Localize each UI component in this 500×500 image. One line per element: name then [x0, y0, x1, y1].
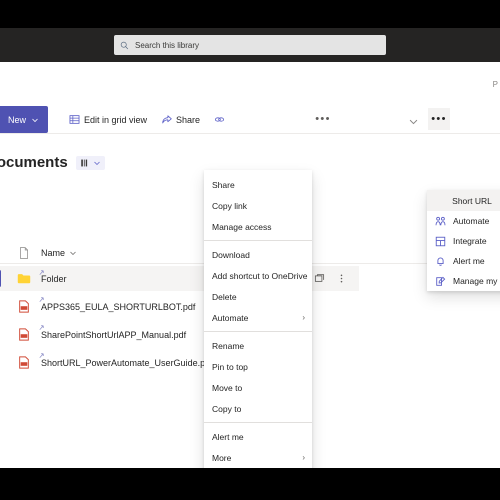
command-copy-link[interactable]: [207, 107, 236, 133]
context-menu-item[interactable]: Delete: [204, 286, 312, 307]
flyout-item-label: Manage my alerts: [453, 276, 500, 286]
menu-separator: [204, 240, 312, 241]
more-actions-icon[interactable]: [336, 273, 347, 284]
bell-icon: [437, 257, 444, 266]
context-menu-item-label: Delete: [212, 291, 237, 302]
chevron-down-icon: [409, 119, 418, 125]
pdf-file-icon: [19, 328, 29, 341]
chevron-down-icon: [93, 161, 100, 165]
context-menu-item-label: More: [212, 452, 232, 463]
context-menu-item[interactable]: Automate ›: [204, 307, 312, 328]
copy-link-icon: [215, 117, 225, 122]
context-menu-item[interactable]: Copy to: [204, 398, 312, 419]
chevron-down-icon: [70, 251, 76, 255]
sharepoint-page: P Edit in grid view Share New ••• ••• oc…: [0, 62, 500, 468]
share-icon: [162, 115, 172, 124]
pdf-file-icon: [19, 300, 29, 313]
more-options-button[interactable]: •••: [428, 108, 450, 130]
document-icon: [20, 246, 28, 259]
search-input[interactable]: Search this library: [114, 35, 386, 55]
menu-separator: [204, 422, 312, 423]
view-selector[interactable]: [75, 155, 105, 170]
context-menu-item[interactable]: Manage access: [204, 216, 312, 237]
flyout-item-label: Alert me: [453, 256, 485, 266]
flyout-item-label: Automate: [453, 216, 490, 226]
chevron-right-icon: ›: [302, 313, 305, 322]
flyout-item[interactable]: Integrate: [427, 231, 500, 251]
context-menu-item-label: Copy link: [212, 200, 247, 211]
context-menu-item-label: Copy to: [212, 403, 242, 414]
browser-bottom-bar: [0, 468, 500, 500]
context-menu-item[interactable]: Alert me: [204, 426, 312, 447]
new-button-label: New: [8, 114, 27, 125]
command-label: Edit in grid view: [84, 114, 148, 125]
list-title-area: Documents: [0, 154, 105, 171]
context-menu-item-label: Move to: [212, 382, 243, 393]
edit-alert-icon: [436, 276, 446, 286]
context-menu-item-label: Add shortcut to OneDrive: [212, 270, 308, 281]
command-overflow-button[interactable]: •••: [312, 108, 334, 130]
browser-top-bar: [0, 0, 500, 28]
context-menu-item[interactable]: Rename: [204, 335, 312, 356]
column-header-label: Name: [41, 247, 66, 258]
chevron-right-icon: ›: [302, 453, 305, 462]
menu-separator: [204, 331, 312, 332]
context-menu-item-label: Rename: [212, 340, 245, 351]
context-menu: Share Copy link Manage access Download Add s…: [204, 170, 312, 468]
page-corner-text: P: [492, 80, 498, 89]
search-icon: [120, 41, 129, 49]
command-label: Share: [176, 114, 201, 125]
context-menu-item-label: Download: [212, 249, 250, 260]
context-menu-item-label: Manage access: [212, 221, 272, 232]
suite-bar: Search this library: [0, 28, 500, 62]
screenshot-root: Search this library P Edit in grid view: [0, 0, 500, 500]
row-name: APPS365_EULA_SHORTURLBOT.pdf: [41, 301, 196, 312]
chevron-down-icon: [32, 118, 38, 122]
copy-link-icon[interactable]: [314, 273, 325, 284]
command-bar: Edit in grid view Share: [0, 106, 500, 134]
context-menu-item-label: Pin to top: [212, 361, 248, 372]
flyout-item-label: Integrate: [453, 236, 487, 246]
context-menu-item[interactable]: Move to: [204, 377, 312, 398]
integrate-icon: [435, 236, 446, 246]
flyout-item[interactable]: Automate: [427, 211, 500, 231]
row-selection-indicator: [0, 270, 1, 287]
row-name: ShortURL_PowerAutomate_UserGuide.pdf: [41, 357, 213, 368]
context-menu-item[interactable]: More ›: [204, 447, 312, 468]
context-menu-item-label: Automate: [212, 312, 249, 323]
column-header-name[interactable]: Name: [41, 248, 77, 258]
context-menu-item[interactable]: Share: [204, 174, 312, 195]
context-menu-item[interactable]: Add shortcut to OneDrive: [204, 265, 312, 286]
context-menu-item[interactable]: Copy link: [204, 195, 312, 216]
search-placeholder: Search this library: [135, 40, 200, 50]
command-edit-in-grid-view[interactable]: Edit in grid view: [62, 107, 154, 133]
row-name: SharePointShortUrlAPP_Manual.pdf: [41, 329, 187, 340]
context-menu-item-label: Share: [212, 179, 235, 190]
command-share[interactable]: Share: [154, 107, 207, 133]
list-view-icon: [80, 159, 87, 166]
flyout-header: Short URL: [427, 190, 500, 211]
pdf-file-icon: [19, 356, 29, 369]
page-title: Documents: [0, 154, 68, 171]
folder-icon: [17, 274, 31, 284]
automate-icon: [435, 216, 446, 225]
context-menu-item-label: Alert me: [212, 431, 244, 442]
view-options-chevron[interactable]: [408, 114, 419, 132]
grid-view-icon: [69, 115, 80, 124]
short-url-flyout: Short URL Automate Integrate Alert me Manag…: [427, 190, 500, 291]
row-name: Folder: [41, 273, 67, 284]
flyout-item[interactable]: Alert me: [427, 251, 500, 271]
new-button[interactable]: New: [0, 106, 49, 133]
flyout-item[interactable]: Manage my alerts: [427, 271, 500, 291]
context-menu-item[interactable]: Download: [204, 244, 312, 265]
context-menu-item[interactable]: Pin to top: [204, 356, 312, 377]
